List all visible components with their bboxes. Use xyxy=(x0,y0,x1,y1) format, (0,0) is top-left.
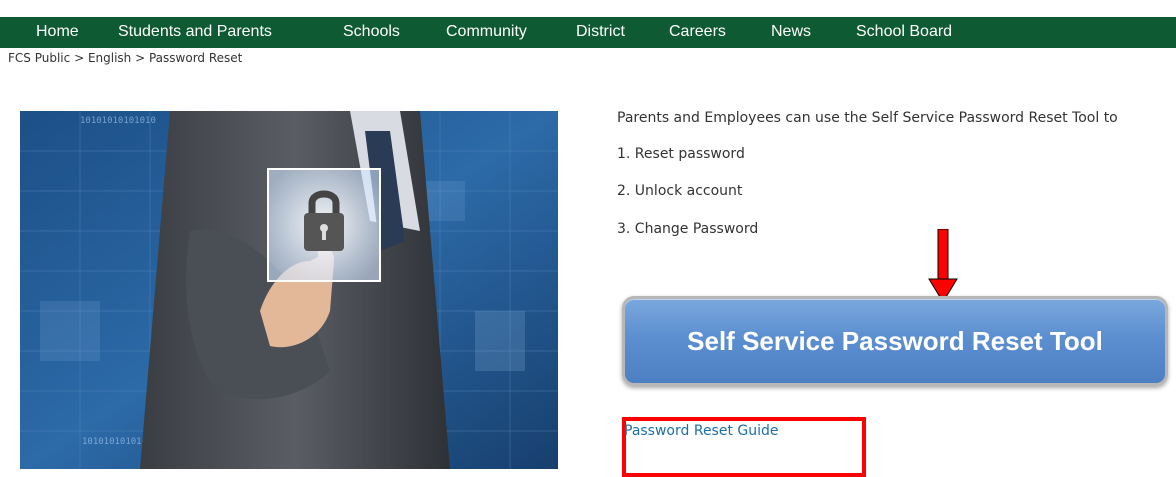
step-unlock-account: 2. Unlock account xyxy=(617,183,743,199)
nav-students-and-parents[interactable]: Students and Parents xyxy=(118,23,272,41)
clipped-header-strip xyxy=(0,0,1176,17)
step-change-password: 3. Change Password xyxy=(617,221,759,237)
red-down-arrow-annotation xyxy=(928,229,958,303)
step-reset-password: 1. Reset password xyxy=(617,146,745,162)
breadcrumb-fcs-public[interactable]: FCS Public xyxy=(8,51,70,65)
nav-home[interactable]: Home xyxy=(36,23,79,41)
reset-button-label: Self Service Password Reset Tool xyxy=(687,325,1103,356)
binary-text-top: 10101010101010 xyxy=(80,116,156,126)
businessman-touching-lock-illustration: 10101010101010 10101010101010 xyxy=(20,111,558,469)
breadcrumb-current-page: Password Reset xyxy=(148,51,243,65)
breadcrumb-separator: > xyxy=(135,51,149,65)
nav-community[interactable]: Community xyxy=(446,23,527,41)
nav-careers[interactable]: Careers xyxy=(669,23,726,41)
self-service-password-reset-button[interactable]: Self Service Password Reset Tool xyxy=(622,296,1168,386)
nav-schools[interactable]: Schools xyxy=(343,23,400,41)
main-navigation: Home Students and Parents Schools Commun… xyxy=(0,17,1176,48)
hero-image: 10101010101010 10101010101010 xyxy=(20,111,558,469)
breadcrumb-separator: > xyxy=(74,51,88,65)
intro-text: Parents and Employees can use the Self S… xyxy=(617,110,1118,126)
password-reset-guide-link[interactable]: Password Reset Guide xyxy=(624,423,779,439)
breadcrumb-english[interactable]: English xyxy=(88,51,131,65)
nav-district[interactable]: District xyxy=(576,23,625,41)
breadcrumb: FCS Public > English > Password Reset xyxy=(8,51,242,65)
nav-school-board[interactable]: School Board xyxy=(856,23,952,41)
nav-news[interactable]: News xyxy=(771,23,811,41)
